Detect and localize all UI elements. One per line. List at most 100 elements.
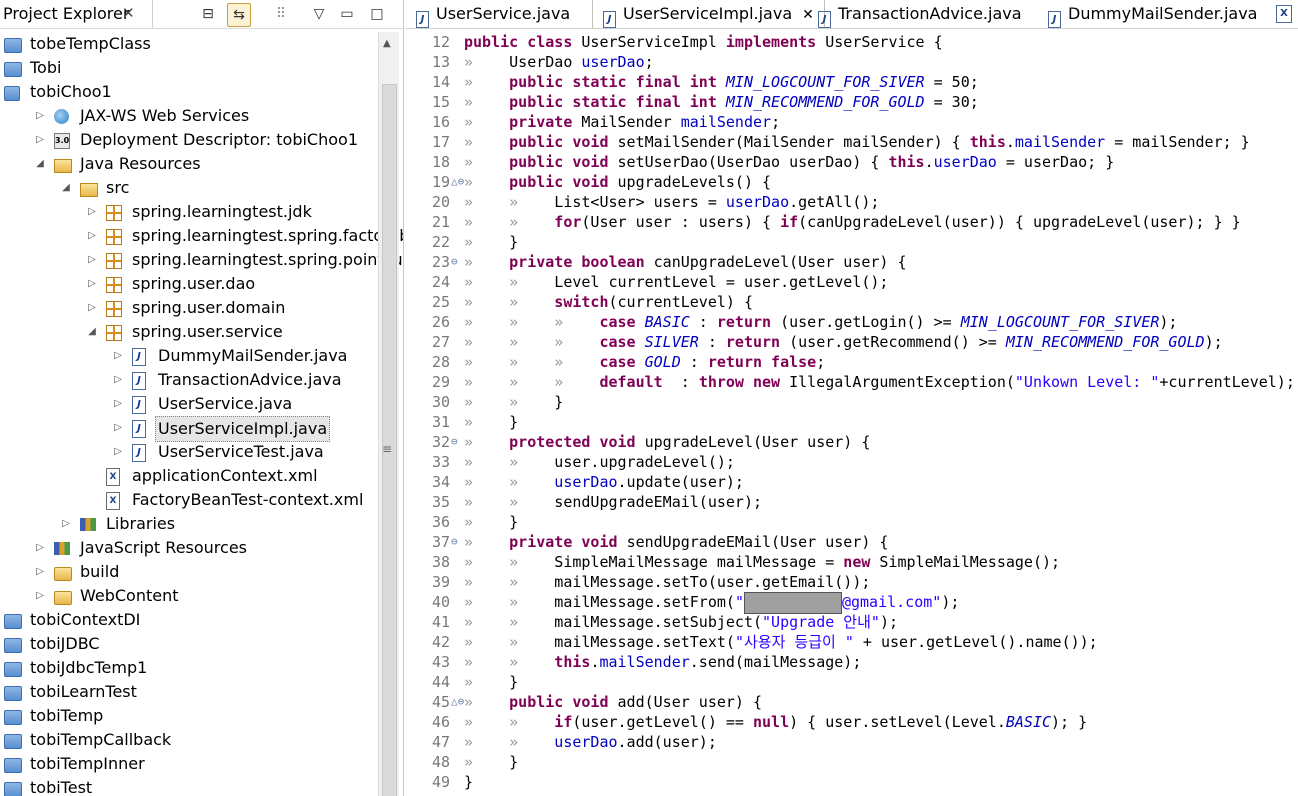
- code-line[interactable]: 41 » » mailMessage.setSubject("Upgrade 안내…: [406, 612, 1298, 632]
- minimize-icon[interactable]: ▭: [336, 3, 358, 25]
- code-line[interactable]: 21 » » for(User user : users) { if(canUpg…: [406, 212, 1298, 232]
- expand-arrow-icon[interactable]: ▷: [34, 560, 46, 584]
- code-line[interactable]: 46 » » if(user.getLevel() == null) { user…: [406, 712, 1298, 732]
- scrollbar-thumb[interactable]: [382, 84, 397, 796]
- expand-arrow-icon[interactable]: ▷: [60, 512, 72, 536]
- code-line[interactable]: 22 » }: [406, 232, 1298, 252]
- editor-tab[interactable]: J TransactionAdvice.java: [808, 0, 1032, 28]
- tree-item[interactable]: ▷ spring.user.dao: [0, 272, 378, 296]
- tree-item[interactable]: tobiContextDI: [0, 608, 378, 632]
- link-with-editor-icon[interactable]: ⇆: [227, 3, 251, 27]
- tree-item[interactable]: ▷ spring.learningtest.spring.factorybean: [0, 224, 403, 248]
- code-line[interactable]: 20 » » List<User> users = userDao.getAll(…: [406, 192, 1298, 212]
- code-line[interactable]: 36 » }: [406, 512, 1298, 532]
- code-line[interactable]: 12 public class UserServiceImpl implement…: [406, 32, 1298, 52]
- fold-marker-icon[interactable]: ⊖: [451, 252, 465, 272]
- expand-arrow-icon[interactable]: ▷: [34, 104, 46, 128]
- chevron-down-icon[interactable]: ▽: [308, 3, 330, 25]
- tree-item[interactable]: ▷ J UserService.java: [0, 392, 378, 416]
- code-line[interactable]: 27 » » » case SILVER : return (user.getRe…: [406, 332, 1298, 352]
- expand-arrow-icon[interactable]: ▷: [86, 200, 98, 224]
- tree-item[interactable]: ▷ Libraries: [0, 512, 378, 536]
- tree-item[interactable]: ▷ build: [0, 560, 378, 584]
- tree-item[interactable]: tobiTest: [0, 776, 378, 796]
- code-line[interactable]: 16 » private MailSender mailSender;: [406, 112, 1298, 132]
- tree-item[interactable]: ◢ spring.user.service: [0, 320, 378, 344]
- tree-item[interactable]: Tobi: [0, 56, 378, 80]
- expand-arrow-icon[interactable]: ▷: [112, 368, 124, 392]
- tree-item[interactable]: tobiLearnTest: [0, 680, 378, 704]
- tree-item[interactable]: ◢ Java Resources: [0, 152, 378, 176]
- code-line[interactable]: 45 △⊖» public void add(User user) {: [406, 692, 1298, 712]
- code-line[interactable]: 38 » » SimpleMailMessage mailMessage = ne…: [406, 552, 1298, 572]
- code-line[interactable]: 32 ⊖» protected void upgradeLevel(User us…: [406, 432, 1298, 452]
- tree-item[interactable]: ▷ J UserServiceTest.java: [0, 440, 378, 464]
- code-line[interactable]: 24 » » Level currentLevel = user.getLevel…: [406, 272, 1298, 292]
- expand-arrow-icon[interactable]: ▷: [86, 296, 98, 320]
- tree-item[interactable]: tobiTempInner: [0, 752, 378, 776]
- tree-item[interactable]: tobiJDBC: [0, 632, 378, 656]
- fold-marker-icon[interactable]: △⊖: [451, 692, 465, 712]
- tree-item[interactable]: ▷ WebContent: [0, 584, 378, 608]
- tree-item[interactable]: ▷ spring.user.domain: [0, 296, 378, 320]
- tree-item[interactable]: ▷ JavaScript Resources: [0, 536, 378, 560]
- maximize-icon[interactable]: □: [366, 3, 388, 25]
- tree-item[interactable]: ▷ spring.learningtest.spring.pointcut: [0, 248, 403, 272]
- editor-tab[interactable]: J DummyMailSender.java: [1038, 0, 1267, 28]
- collapse-all-icon[interactable]: ⊟: [197, 3, 219, 25]
- tree-item[interactable]: tobiTempCallback: [0, 728, 378, 752]
- expand-arrow-icon[interactable]: ▷: [34, 128, 46, 152]
- code-line[interactable]: 43 » » this.mailSender.send(mailMessage);: [406, 652, 1298, 672]
- code-line[interactable]: 19 △⊖» public void upgradeLevels() {: [406, 172, 1298, 192]
- tree-item[interactable]: XapplicationContext.xml: [0, 464, 378, 488]
- tree-item[interactable]: ▷ spring.learningtest.jdk: [0, 200, 378, 224]
- code-line[interactable]: 49}: [406, 772, 1298, 792]
- code-line[interactable]: 42 » » mailMessage.setText("사용자 등급이 " + u…: [406, 632, 1298, 652]
- expand-arrow-icon[interactable]: ▷: [112, 392, 124, 416]
- tree-item[interactable]: tobiJdbcTemp1: [0, 656, 378, 680]
- code-line[interactable]: 34 » » userDao.update(user);: [406, 472, 1298, 492]
- code-line[interactable]: 25 » » switch(currentLevel) {: [406, 292, 1298, 312]
- expand-arrow-icon[interactable]: ▷: [86, 248, 98, 272]
- editor-tab[interactable]: J UserServiceImpl.java ✕: [592, 0, 825, 28]
- tree-item[interactable]: ◢ src: [0, 176, 378, 200]
- view-menu-icon[interactable]: ⠿: [270, 3, 292, 25]
- code-line[interactable]: 33 » » user.upgradeLevel();: [406, 452, 1298, 472]
- project-explorer-tab[interactable]: Project Explorer ✕: [0, 0, 153, 28]
- expand-arrow-icon[interactable]: ▷: [112, 416, 124, 440]
- expand-arrow-icon[interactable]: ▷: [34, 584, 46, 608]
- code-line[interactable]: 17 » public void setMailSender(MailSender…: [406, 132, 1298, 152]
- code-line[interactable]: 48 » }: [406, 752, 1298, 772]
- code-line[interactable]: 44 » }: [406, 672, 1298, 692]
- code-line[interactable]: 37 ⊖» private void sendUpgradeEMail(User …: [406, 532, 1298, 552]
- collapse-arrow-icon[interactable]: ◢: [34, 152, 46, 176]
- code-line[interactable]: 14 » public static final int MIN_LOGCOUNT…: [406, 72, 1298, 92]
- expand-arrow-icon[interactable]: ▷: [112, 440, 124, 464]
- code-line[interactable]: 39 » » mailMessage.setTo(user.getEmail())…: [406, 572, 1298, 592]
- code-line[interactable]: 15 » public static final int MIN_RECOMMEN…: [406, 92, 1298, 112]
- expand-arrow-icon[interactable]: ▷: [86, 272, 98, 296]
- code-line[interactable]: 13 » UserDao userDao;: [406, 52, 1298, 72]
- code-line[interactable]: 47 » » userDao.add(user);: [406, 732, 1298, 752]
- code-line[interactable]: 30 » » }: [406, 392, 1298, 412]
- code-line[interactable]: 28 » » » case GOLD : return false;: [406, 352, 1298, 372]
- tree-item[interactable]: X FactoryBeanTest-context.xml: [0, 488, 378, 512]
- close-icon[interactable]: ✕: [122, 4, 135, 22]
- tree-item[interactable]: ▷ J UserServiceImpl.java: [0, 416, 378, 442]
- editor-tab[interactable]: J UserService.java: [406, 0, 580, 28]
- tree-item[interactable]: tobiTemp: [0, 704, 378, 728]
- collapse-arrow-icon[interactable]: ◢: [86, 320, 98, 344]
- expand-arrow-icon[interactable]: ▷: [86, 224, 98, 248]
- tree-item[interactable]: ▷ J TransactionAdvice.java: [0, 368, 378, 392]
- code-line[interactable]: 35 » » sendUpgradeEMail(user);: [406, 492, 1298, 512]
- tree-item[interactable]: ▷ JAX-WS Web Services: [0, 104, 378, 128]
- expand-arrow-icon[interactable]: ▷: [34, 536, 46, 560]
- code-editor[interactable]: 12 public class UserServiceImpl implement…: [406, 32, 1298, 796]
- expand-arrow-icon[interactable]: ▷: [112, 344, 124, 368]
- more-tabs-icon[interactable]: X: [1276, 5, 1292, 23]
- tree-item[interactable]: tobiChoo1: [0, 80, 378, 104]
- fold-marker-icon[interactable]: ⊖: [451, 532, 465, 552]
- code-line[interactable]: 26 » » » case BASIC : return (user.getLog…: [406, 312, 1298, 332]
- tree-item[interactable]: tobeTempClass: [0, 32, 378, 56]
- collapse-arrow-icon[interactable]: ◢: [60, 176, 72, 200]
